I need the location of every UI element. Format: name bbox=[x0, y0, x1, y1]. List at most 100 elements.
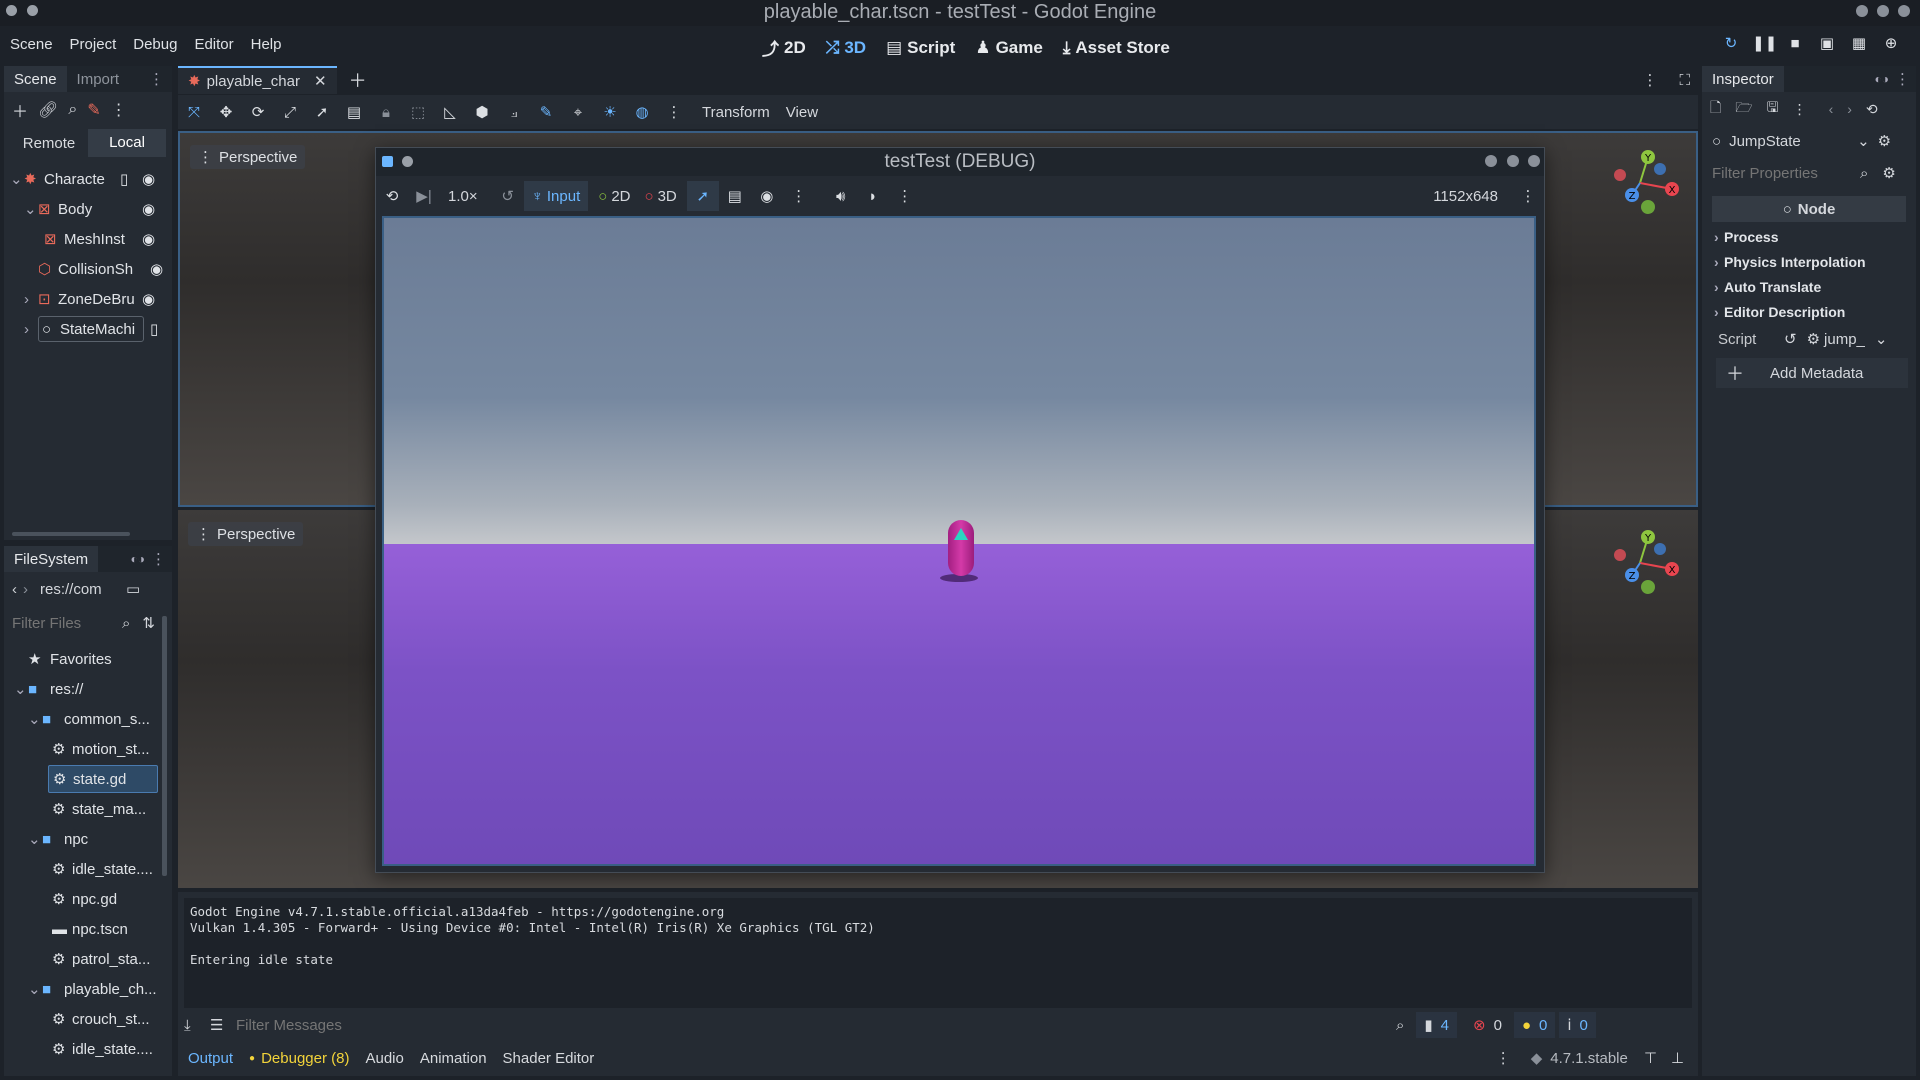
rotate-mode-icon[interactable]: ⟳ bbox=[242, 97, 274, 127]
fs-file-idle-state[interactable]: ⚙ idle_state.... bbox=[4, 854, 172, 884]
horizontal-scrollbar[interactable] bbox=[12, 532, 130, 536]
search-icon[interactable]: ⌕ bbox=[68, 101, 77, 119]
scale-mode-icon[interactable]: ⤢ bbox=[274, 97, 306, 127]
game-viewport[interactable] bbox=[382, 216, 1536, 866]
bottom-more-icon[interactable]: ⋮ bbox=[1496, 1049, 1511, 1067]
chevron-down-icon[interactable]: ⌄ bbox=[1857, 132, 1870, 150]
fs-file-idle-state-2[interactable]: ⚙ idle_state.... bbox=[4, 1034, 172, 1064]
clear-log-icon[interactable]: ⤓ bbox=[184, 1017, 210, 1034]
speed-selector[interactable]: 1.0× bbox=[448, 188, 478, 205]
mode-script-button[interactable]: ▤ Script bbox=[886, 38, 955, 58]
fs-file-crouch[interactable]: ⚙ crouch_st... bbox=[4, 1004, 172, 1034]
layout-icon[interactable]: ⊤ bbox=[1644, 1049, 1657, 1067]
sun-icon[interactable]: ☀ bbox=[594, 97, 626, 127]
fs-res-root[interactable]: ⌄ ■ res:// bbox=[4, 674, 172, 704]
mode-game-button[interactable]: ♟ Game bbox=[975, 38, 1043, 58]
fs-file-state[interactable]: ⚙ state.gd bbox=[4, 764, 172, 794]
audio-icon[interactable]: 🔊︎ bbox=[825, 181, 857, 211]
edit-path-icon[interactable]: ✎ bbox=[530, 97, 562, 127]
select-2d-button[interactable]: ○ 2D bbox=[598, 188, 630, 205]
fs-file-npc-gd[interactable]: ⚙ npc.gd bbox=[4, 884, 172, 914]
fs-file-motion[interactable]: ⚙ motion_st... bbox=[4, 734, 172, 764]
perspective-menu-bottom[interactable]: ⋮ Perspective bbox=[188, 522, 304, 546]
fs-favorites[interactable]: ★ Favorites bbox=[4, 644, 172, 674]
reload-icon[interactable]: ↻ bbox=[1720, 34, 1742, 52]
visibility-eye-icon[interactable]: ◉ bbox=[142, 170, 155, 188]
remote-button[interactable]: Remote bbox=[10, 135, 88, 152]
group-physics-interpolation[interactable]: › Physics Interpolation bbox=[1714, 249, 1906, 274]
maximize-button[interactable] bbox=[1877, 5, 1889, 17]
tab-import[interactable]: Import bbox=[67, 66, 130, 92]
fullscreen-icon[interactable]: ⛶ bbox=[1679, 72, 1690, 89]
tab-scene[interactable]: Scene bbox=[4, 66, 67, 92]
dock-arrows-icon[interactable]: ◐◑ bbox=[1875, 72, 1890, 86]
select-3d-button[interactable]: ○ 3D bbox=[645, 188, 677, 205]
filter-messages-toggle[interactable]: ▮ 4 bbox=[1416, 1012, 1458, 1038]
chevron-down-icon[interactable]: ⌄ bbox=[1875, 330, 1888, 348]
selected-node-name[interactable]: JumpState bbox=[1729, 133, 1849, 150]
lock-icon[interactable]: 🔒︎ bbox=[370, 97, 402, 127]
tab-inspector[interactable]: Inspector bbox=[1702, 66, 1784, 92]
visibility-eye-icon[interactable]: ◉ bbox=[150, 260, 163, 278]
tree-node-statemachine[interactable]: › ○ StateMachi ▯ bbox=[4, 314, 172, 344]
fs-folder-common[interactable]: ⌄ ■ common_s... bbox=[4, 704, 172, 734]
remote-debug-icon[interactable]: ⊕ bbox=[1880, 34, 1902, 52]
movie-icon[interactable]: ▣ bbox=[1816, 34, 1838, 52]
fs-file-state-machine[interactable]: ⚙ state_ma... bbox=[4, 794, 172, 824]
dock-arrows-icon[interactable]: ◐◑ bbox=[131, 552, 146, 566]
tree-node-body[interactable]: ⌄ ⊠ Body ◉ bbox=[4, 194, 172, 224]
menu-project[interactable]: Project bbox=[70, 36, 117, 53]
split-view-icon[interactable]: ▭ bbox=[126, 580, 140, 598]
filter-messages-input[interactable] bbox=[236, 1016, 1386, 1034]
stop-icon[interactable]: ■ bbox=[1784, 35, 1806, 52]
pause-icon[interactable]: ❚❚ bbox=[1752, 34, 1777, 52]
minimize-button[interactable] bbox=[1856, 5, 1868, 17]
save-icon[interactable]: 🖫︎ bbox=[1767, 97, 1779, 121]
visibility-eye-icon[interactable]: ◉ bbox=[142, 230, 155, 248]
tab-animation[interactable]: Animation bbox=[420, 1050, 487, 1067]
new-resource-icon[interactable]: 🗋︎ bbox=[1710, 97, 1721, 121]
add-tab-icon[interactable]: ＋ bbox=[349, 67, 367, 93]
toolbar-more-icon[interactable]: ⋮ bbox=[658, 97, 690, 127]
history-icon[interactable]: ⟲ bbox=[1866, 101, 1878, 118]
vertical-scrollbar[interactable] bbox=[162, 616, 167, 876]
close-window-button[interactable] bbox=[1898, 5, 1910, 17]
tab-debugger[interactable]: Debugger (8) bbox=[261, 1050, 349, 1067]
input-mode-button[interactable]: ♆ Input bbox=[523, 181, 589, 211]
mode-asset-store-button[interactable]: ⤓ Asset Store bbox=[1063, 38, 1170, 58]
dock-menu-icon[interactable]: ⋮ bbox=[1889, 70, 1916, 88]
add-metadata-button[interactable]: ＋ Add Metadata bbox=[1716, 358, 1908, 388]
collapse-icon[interactable]: ☰ bbox=[210, 1016, 236, 1034]
list-select-icon[interactable]: ➚ bbox=[306, 97, 338, 127]
axis-gizmo-bottom[interactable]: Y X Z bbox=[1600, 525, 1680, 601]
menu-editor[interactable]: Editor bbox=[194, 36, 233, 53]
filter-warnings-toggle[interactable]: ● 0 bbox=[1513, 1012, 1556, 1038]
game-more-icon[interactable]: ⋮ bbox=[783, 181, 815, 211]
environment-icon[interactable]: ◍ bbox=[626, 97, 658, 127]
history-back-icon[interactable]: ‹ bbox=[1829, 101, 1834, 117]
ruler-icon[interactable]: ▤ bbox=[338, 97, 370, 127]
tab-filesystem[interactable]: FileSystem bbox=[4, 546, 99, 572]
filter-info-toggle[interactable]: ⅰ0 bbox=[1559, 1012, 1596, 1038]
filter-options-icon[interactable]: ⚙ bbox=[1882, 164, 1895, 182]
fs-file-patrol[interactable]: ⚙ patrol_sta... bbox=[4, 944, 172, 974]
tree-node-character[interactable]: ⌄ ✸ Characte ▯ ◉ bbox=[4, 164, 172, 194]
group-process[interactable]: › Process bbox=[1714, 224, 1906, 249]
tree-node-zone[interactable]: › ⊡ ZoneDeBru ◉ bbox=[4, 284, 172, 314]
script-property-value[interactable]: jump_ bbox=[1824, 331, 1865, 348]
view-menu[interactable]: View bbox=[786, 104, 818, 121]
game-more-icon-2[interactable]: ⋮ bbox=[889, 181, 921, 211]
group-icon[interactable]: ⬚ bbox=[402, 97, 434, 127]
visibility-eye-icon[interactable]: ◉ bbox=[142, 290, 155, 308]
script-icon[interactable]: ▯ bbox=[150, 320, 158, 338]
fs-file-npc-tscn[interactable]: ▬ npc.tscn bbox=[4, 914, 172, 944]
visibility-icon[interactable]: ◉ bbox=[751, 181, 783, 211]
tabs-menu-icon[interactable]: ⋮ bbox=[1642, 71, 1657, 89]
forward-icon[interactable]: › bbox=[23, 581, 28, 598]
link-icon[interactable]: 🔗︎ bbox=[38, 100, 58, 120]
filter-errors-toggle[interactable]: ⊗ 0 bbox=[1465, 1016, 1510, 1035]
game-reload-icon[interactable]: ⟲ bbox=[376, 181, 408, 211]
tab-shader-editor[interactable]: Shader Editor bbox=[503, 1050, 595, 1067]
cube-icon[interactable]: ⬢ bbox=[466, 97, 498, 127]
transform-menu[interactable]: Transform bbox=[702, 104, 770, 121]
